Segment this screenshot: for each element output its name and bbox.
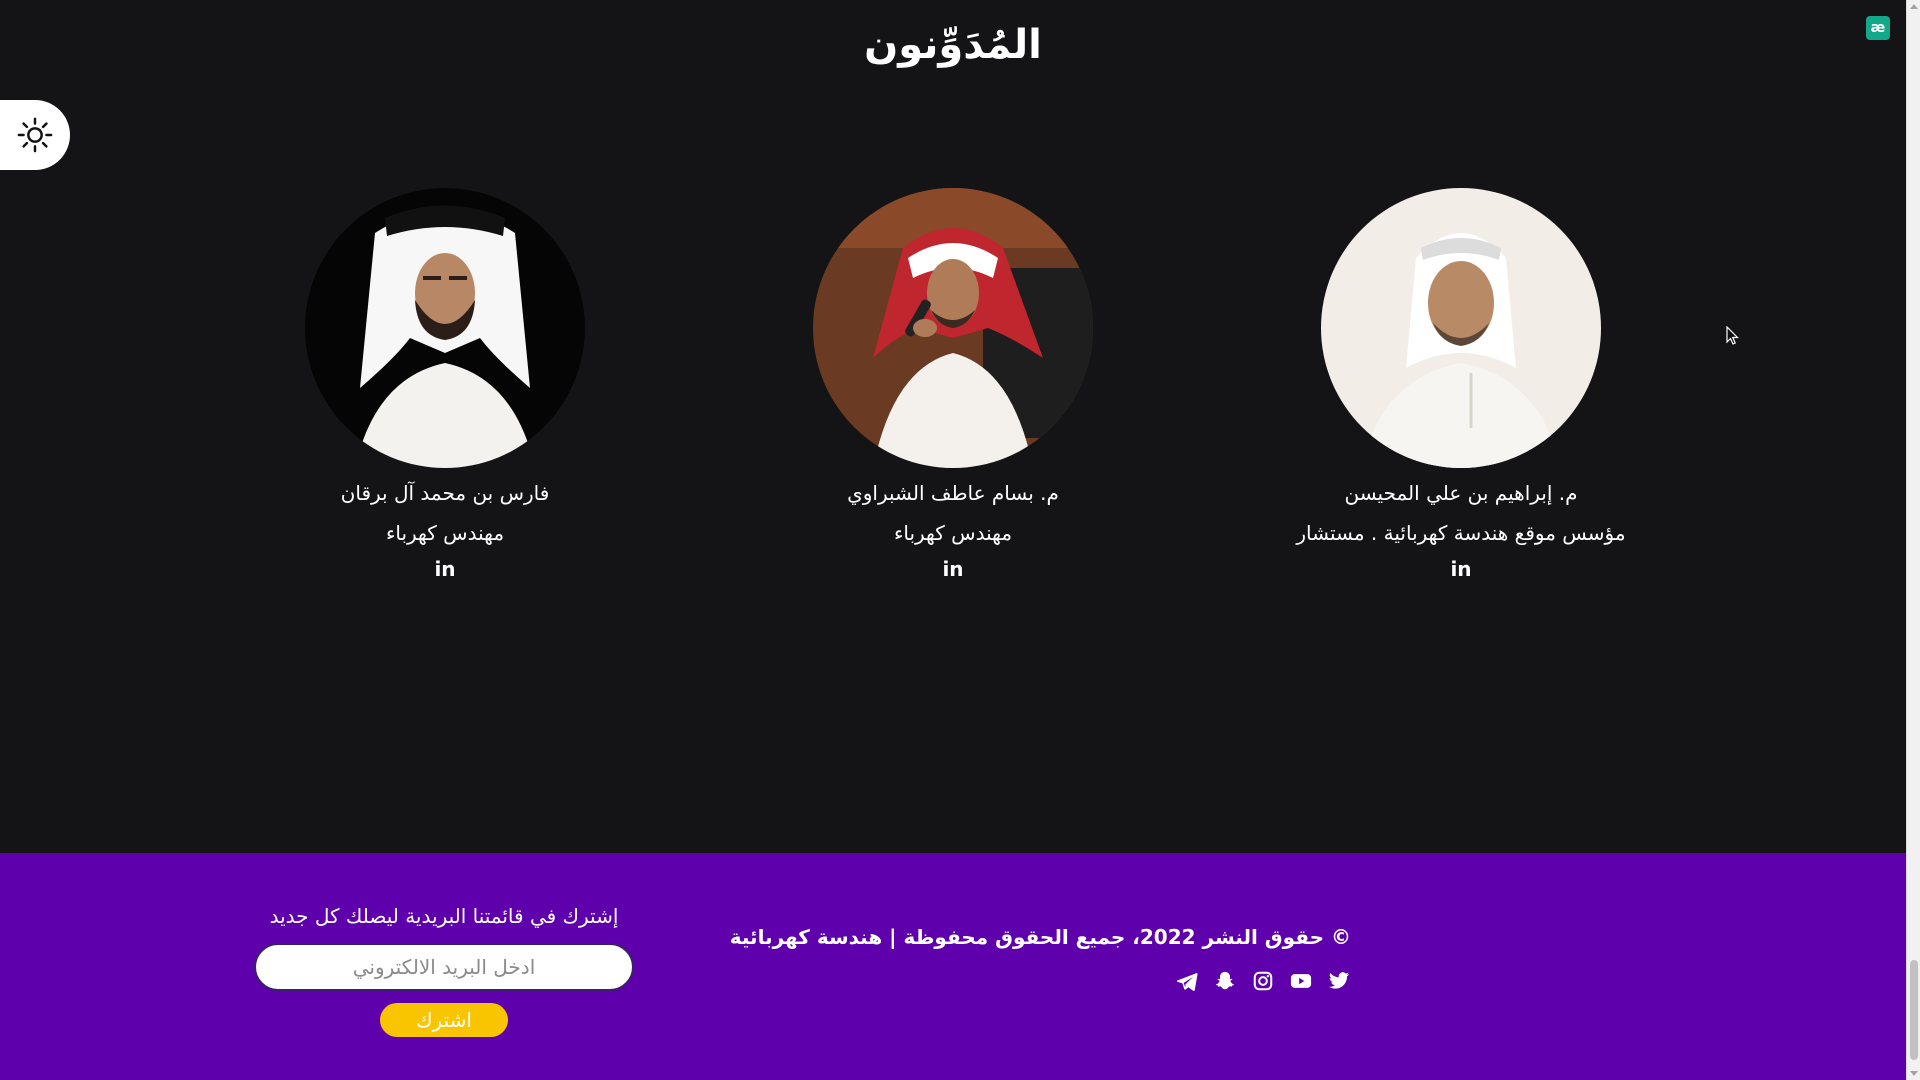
mouse-cursor-icon bbox=[1726, 326, 1739, 345]
scroll-down-icon[interactable] bbox=[1910, 1071, 1918, 1076]
author-name: م. بسام عاطف الشبراوي bbox=[847, 481, 1059, 505]
author-avatar bbox=[813, 188, 1093, 468]
newsletter-title: إشترك في قائمتنا البريدية ليصلك كل جديد bbox=[269, 904, 619, 928]
linkedin-link[interactable]: in bbox=[942, 556, 963, 582]
sun-icon bbox=[17, 117, 53, 153]
instagram-icon[interactable] bbox=[1251, 969, 1275, 993]
author-role: مهندس كهرباء bbox=[385, 521, 505, 545]
author-card: فارس بن محمد آل برقان مهندس كهرباء in bbox=[235, 188, 655, 582]
section-title: المُدَوِّنون bbox=[864, 22, 1042, 68]
author-role: مهندس كهرباء bbox=[893, 521, 1013, 545]
scroll-up-icon[interactable] bbox=[1910, 4, 1918, 9]
social-links bbox=[1175, 969, 1351, 993]
telegram-icon[interactable] bbox=[1175, 969, 1199, 993]
newsletter: إشترك في قائمتنا البريدية ليصلك كل جديد … bbox=[252, 901, 636, 1037]
scroll-thumb[interactable] bbox=[1910, 960, 1918, 1060]
theme-toggle-button[interactable] bbox=[0, 100, 70, 170]
author-card: م. بسام عاطف الشبراوي مهندس كهرباء in bbox=[743, 188, 1163, 582]
linkedin-link[interactable]: in bbox=[434, 556, 455, 582]
author-avatar bbox=[305, 188, 585, 468]
copyright-text: © حقوق النشر 2022، جميع الحقوق محفوظة | … bbox=[729, 925, 1351, 949]
author-avatar bbox=[1321, 188, 1601, 468]
author-role: مؤسس موقع هندسة كهربائية . مستشار bbox=[1296, 521, 1626, 545]
page: æ المُدَوِّنون م. إبراهيم بن علي المحيسن… bbox=[0, 0, 1920, 1080]
page-scrollbar[interactable] bbox=[1906, 0, 1920, 1080]
footer: © حقوق النشر 2022، جميع الحقوق محفوظة | … bbox=[0, 853, 1906, 1080]
author-card: م. إبراهيم بن علي المحيسن مؤسس موقع هندس… bbox=[1251, 188, 1671, 582]
subscribe-button[interactable]: اشترك bbox=[380, 1003, 508, 1037]
author-name: فارس بن محمد آل برقان bbox=[340, 481, 550, 505]
author-name: م. إبراهيم بن علي المحيسن bbox=[1344, 481, 1578, 505]
snapchat-icon[interactable] bbox=[1213, 969, 1237, 993]
youtube-icon[interactable] bbox=[1289, 969, 1313, 993]
email-input[interactable] bbox=[254, 943, 634, 991]
authors-list: م. إبراهيم بن علي المحيسن مؤسس موقع هندس… bbox=[0, 188, 1906, 608]
linkedin-link[interactable]: in bbox=[1450, 556, 1471, 582]
twitter-icon[interactable] bbox=[1327, 969, 1351, 993]
